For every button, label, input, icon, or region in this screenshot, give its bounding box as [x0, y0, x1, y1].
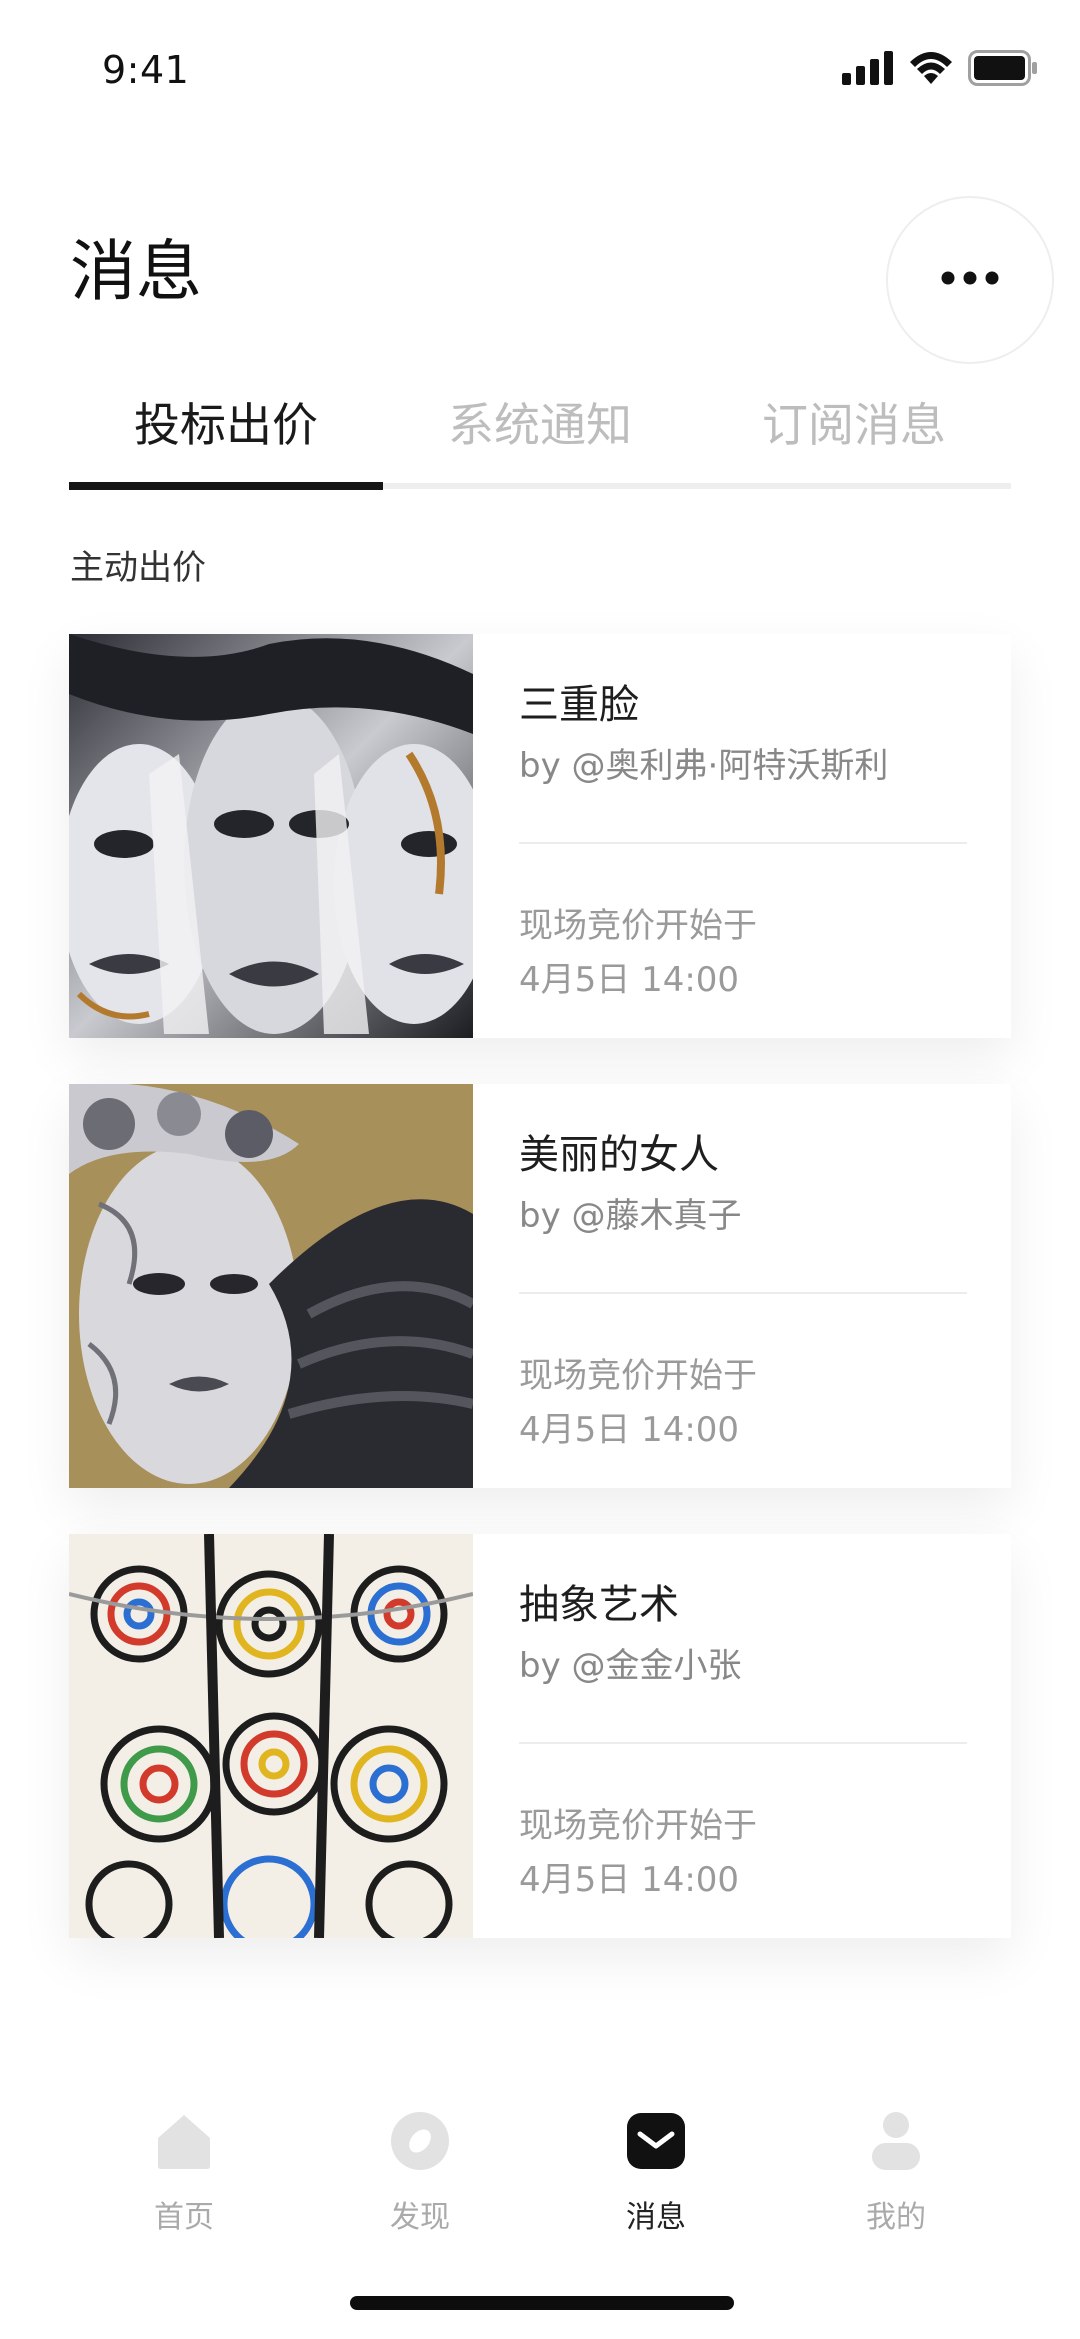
battery-icon	[968, 50, 1038, 90]
card-divider	[519, 842, 967, 844]
message-tabs: 投标出价 系统通知 订阅消息	[69, 380, 1011, 490]
tab-system-notifications[interactable]: 系统通知	[383, 380, 697, 470]
page-title: 消息	[70, 233, 202, 310]
bottom-nav: 首页 发现 消息 我的	[0, 2110, 1080, 2260]
card-time: 4月5日 14:00	[519, 1410, 740, 1450]
profile-icon	[865, 2110, 927, 2172]
tab-subscriptions[interactable]: 订阅消息	[697, 380, 1011, 470]
cellular-signal-icon	[842, 51, 894, 89]
card-author[interactable]: by @奥利弗·阿特沃斯利	[519, 738, 888, 787]
card-author[interactable]: by @藤木真子	[519, 1188, 742, 1237]
artwork-image	[69, 1534, 473, 1938]
bid-card-list: 三重脸 by @奥利弗·阿特沃斯利 现场竞价开始于 4月5日 14:00 美丽的…	[69, 634, 1011, 1984]
nav-item-profile[interactable]: 我的	[778, 2110, 1014, 2236]
card-status: 现场竞价开始于	[519, 1356, 757, 1396]
card-time: 4月5日 14:00	[519, 960, 740, 1000]
card-divider	[519, 1742, 967, 1744]
tab-bids[interactable]: 投标出价	[69, 380, 383, 470]
status-icons	[842, 50, 1038, 90]
card-title: 三重脸	[519, 682, 639, 728]
nav-item-home[interactable]: 首页	[66, 2110, 302, 2236]
home-indicator	[350, 2296, 734, 2310]
wifi-icon	[908, 50, 954, 90]
bid-card[interactable]: 三重脸 by @奥利弗·阿特沃斯利 现场竞价开始于 4月5日 14:00	[69, 634, 1011, 1038]
bid-card[interactable]: 抽象艺术 by @金金小张 现场竞价开始于 4月5日 14:00	[69, 1534, 1011, 1938]
message-icon	[625, 2110, 687, 2172]
more-horizontal-icon	[940, 270, 1000, 290]
card-status: 现场竞价开始于	[519, 906, 757, 946]
card-status: 现场竞价开始于	[519, 1806, 757, 1846]
tab-active-indicator	[69, 482, 383, 490]
bid-card[interactable]: 美丽的女人 by @藤木真子 现场竞价开始于 4月5日 14:00	[69, 1084, 1011, 1488]
home-icon	[153, 2110, 215, 2172]
card-divider	[519, 1292, 967, 1294]
nav-label-discover: 发现	[390, 2200, 450, 2235]
status-bar: 9:41	[0, 0, 1080, 140]
discover-icon	[389, 2110, 451, 2172]
messages-screen: 9:41 消息 投标出价 系统通知 订阅消息 主动出价 三重脸 by @奥利弗·…	[0, 0, 1080, 2339]
section-label: 主动出价	[70, 548, 206, 588]
card-time: 4月5日 14:00	[519, 1860, 740, 1900]
nav-label-home: 首页	[154, 2200, 214, 2235]
card-title: 抽象艺术	[519, 1582, 679, 1628]
nav-label-profile: 我的	[866, 2200, 926, 2235]
card-author[interactable]: by @金金小张	[519, 1638, 742, 1687]
nav-label-messages: 消息	[626, 2200, 686, 2235]
more-button[interactable]	[886, 196, 1054, 364]
card-title: 美丽的女人	[519, 1132, 719, 1178]
status-time: 9:41	[102, 48, 190, 92]
nav-item-discover[interactable]: 发现	[302, 2110, 538, 2236]
nav-item-messages[interactable]: 消息	[538, 2110, 774, 2236]
artwork-image	[69, 1084, 473, 1488]
artwork-image	[69, 634, 473, 1038]
